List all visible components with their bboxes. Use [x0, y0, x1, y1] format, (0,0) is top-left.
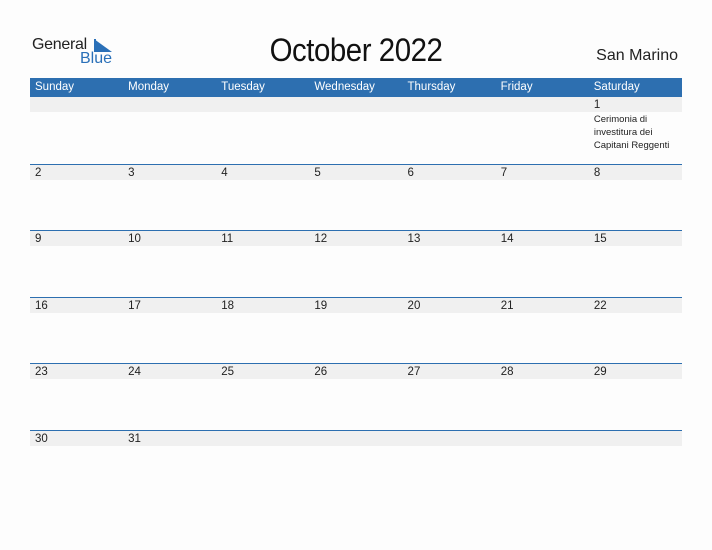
weekday-saturday: Saturday: [593, 81, 640, 93]
day-cell[interactable]: 27: [403, 364, 496, 430]
day-number: 31: [128, 432, 141, 445]
day-cell[interactable]: 11: [216, 231, 309, 297]
day-cell[interactable]: 8: [589, 165, 682, 231]
holiday-event: Cerimonia di investitura dei Capitani Re…: [593, 114, 670, 151]
day-cell[interactable]: 17: [123, 298, 216, 364]
day-number: 20: [407, 299, 421, 312]
day-number: 15: [593, 233, 607, 246]
day-number: 7: [500, 166, 508, 179]
day-cell[interactable]: 5: [309, 165, 402, 231]
day-cell[interactable]: 1 Cerimonia di investitura dei Capitani R…: [589, 97, 682, 164]
weekday-header: Sunday Monday Tuesday Wednesday Thursday Frid…: [30, 78, 682, 97]
week-row: 16 17 18 19 20 21 22: [30, 296, 682, 364]
day-cell[interactable]: 30: [30, 431, 123, 497]
day-number: 3: [128, 166, 135, 179]
week-row: 2 3 4 5 6 7 8: [30, 163, 682, 231]
day-number: 24: [128, 366, 141, 379]
day-cell[interactable]: [496, 431, 589, 497]
day-cell[interactable]: [216, 431, 309, 497]
day-cell[interactable]: 26: [309, 364, 402, 430]
day-number: 1: [593, 99, 601, 111]
day-number: 13: [407, 233, 421, 246]
weeks-container: 1 Cerimonia di investitura dei Capitani R…: [30, 97, 682, 497]
day-cell[interactable]: 9: [30, 231, 123, 297]
day-number: 6: [407, 166, 414, 179]
week-row: 30 31: [30, 429, 682, 497]
day-cell[interactable]: 15: [589, 231, 682, 297]
day-number: 2: [35, 166, 42, 179]
day-cell[interactable]: 2: [30, 165, 123, 231]
day-cell[interactable]: 28: [496, 364, 589, 430]
day-cell[interactable]: 12: [309, 231, 402, 297]
day-number: 16: [35, 299, 48, 312]
day-number: 26: [314, 366, 328, 379]
day-number: 12: [314, 233, 328, 246]
week-row: 9 10 11 12 13 14 15: [30, 230, 682, 297]
day-cell[interactable]: 14: [496, 231, 589, 297]
day-cell[interactable]: [309, 97, 402, 164]
day-cell[interactable]: 22: [589, 298, 682, 364]
day-cell[interactable]: 23: [30, 364, 123, 430]
day-cell[interactable]: 31: [123, 431, 216, 497]
country-label: San Marino: [596, 47, 678, 64]
day-cell[interactable]: [496, 97, 589, 164]
day-number: 29: [593, 366, 607, 379]
day-cell[interactable]: 7: [496, 165, 589, 231]
weekday-friday: Friday: [500, 81, 533, 93]
day-number: 9: [35, 233, 42, 246]
day-cell[interactable]: 29: [589, 364, 682, 430]
day-cell[interactable]: 24: [123, 364, 216, 430]
week-row: 23 24 25 26 27 28 29: [30, 363, 682, 430]
day-number: 30: [35, 432, 48, 445]
day-cell[interactable]: [309, 431, 402, 497]
day-cell[interactable]: [403, 97, 496, 164]
day-cell[interactable]: 20: [403, 298, 496, 364]
day-cell[interactable]: [216, 97, 309, 164]
day-cell[interactable]: 19: [309, 298, 402, 364]
day-number: 18: [221, 299, 235, 312]
day-cell[interactable]: [30, 97, 123, 164]
day-number: 19: [314, 299, 328, 312]
day-cell[interactable]: [123, 97, 216, 164]
weekday-wednesday: Wednesday: [314, 81, 375, 93]
day-number: 11: [221, 233, 234, 246]
day-number: 25: [221, 366, 235, 379]
day-number: 22: [593, 299, 607, 312]
day-number: 28: [500, 366, 514, 379]
day-cell[interactable]: 10: [123, 231, 216, 297]
day-cell[interactable]: 3: [123, 165, 216, 231]
weekday-thursday: Thursday: [407, 81, 456, 93]
day-number: 5: [314, 166, 321, 179]
day-number: 27: [407, 366, 421, 379]
day-cell[interactable]: 21: [496, 298, 589, 364]
day-number: 14: [500, 233, 514, 246]
week-row: 1 Cerimonia di investitura dei Capitani R…: [30, 97, 682, 164]
day-cell[interactable]: 4: [216, 165, 309, 231]
weekday-sunday: Sunday: [35, 81, 75, 93]
day-cell[interactable]: [403, 431, 496, 497]
calendar-grid: Sunday Monday Tuesday Wednesday Thursday Frid…: [30, 78, 682, 497]
day-cell[interactable]: 18: [216, 298, 309, 364]
day-cell[interactable]: 16: [30, 298, 123, 364]
day-cell[interactable]: 25: [216, 364, 309, 430]
day-number: 4: [221, 166, 228, 179]
day-cell[interactable]: 13: [403, 231, 496, 297]
day-number: 17: [128, 299, 141, 312]
weekday-monday: Monday: [128, 81, 170, 93]
day-number: 23: [35, 366, 48, 379]
day-number: 21: [500, 299, 514, 312]
day-cell[interactable]: 6: [403, 165, 496, 231]
weekday-tuesday: Tuesday: [221, 81, 265, 93]
day-number: 10: [128, 233, 141, 246]
calendar-title: October 2022: [269, 32, 443, 68]
day-cell[interactable]: [589, 431, 682, 497]
day-number: 8: [593, 166, 601, 179]
